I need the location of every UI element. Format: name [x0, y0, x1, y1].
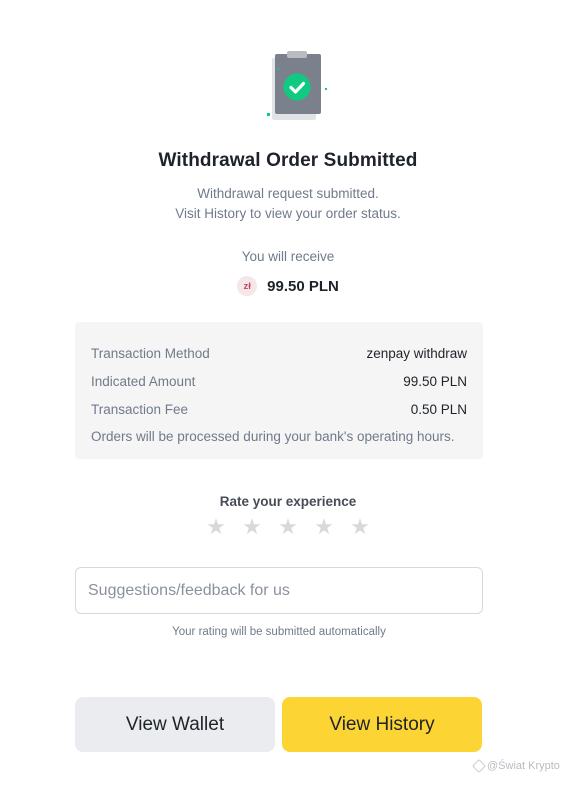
view-history-button[interactable]: View History	[282, 697, 482, 752]
star-icon-4[interactable]: ★	[314, 516, 334, 538]
star-icon-1[interactable]: ★	[206, 516, 226, 538]
status-message: Withdrawal request submitted. Visit Hist…	[0, 184, 576, 224]
detail-row-indicated-amount: Indicated Amount 99.50 PLN	[91, 367, 467, 395]
star-icon-2[interactable]: ★	[242, 516, 262, 538]
watermark-logo-icon	[471, 758, 487, 774]
transaction-details-panel: Transaction Method zenpay withdraw Indic…	[75, 322, 483, 459]
view-wallet-button[interactable]: View Wallet	[75, 697, 275, 752]
detail-value: 0.50 PLN	[410, 401, 467, 417]
auto-submit-note: Your rating will be submitted automatica…	[172, 626, 386, 638]
detail-value: zenpay withdraw	[366, 345, 467, 361]
star-icon-5[interactable]: ★	[350, 516, 370, 538]
success-illustration	[0, 48, 576, 128]
status-message-line-1: Withdrawal request submitted.	[197, 186, 379, 201]
detail-value: 99.50 PLN	[403, 373, 467, 389]
receive-label: You will receive	[241, 249, 335, 264]
clipboard-check-icon	[267, 51, 327, 120]
detail-label: Transaction Method	[91, 345, 210, 361]
receive-amount-value: 99.50 PLN	[267, 277, 339, 295]
feedback-input[interactable]	[75, 567, 483, 614]
detail-row-transaction-fee: Transaction Fee 0.50 PLN	[91, 395, 467, 423]
watermark: @Świat Krypto	[471, 758, 560, 774]
watermark-text: @Świat Krypto	[487, 760, 560, 772]
status-message-line-2: Visit History to view your order status.	[175, 206, 401, 221]
detail-label: Indicated Amount	[91, 373, 196, 389]
star-icon-3[interactable]: ★	[278, 516, 298, 538]
detail-row-transaction-method: Transaction Method zenpay withdraw	[91, 339, 467, 367]
rating-label: Rate your experience	[219, 494, 357, 509]
processing-note: Orders will be processed during your ban…	[91, 429, 455, 444]
star-rating: ★ ★ ★ ★ ★	[0, 516, 576, 538]
pln-currency-icon: zł	[237, 276, 258, 296]
receive-amount: zł 99.50 PLN	[0, 276, 576, 296]
detail-label: Transaction Fee	[91, 401, 189, 417]
page-title: Withdrawal Order Submitted	[158, 150, 418, 171]
